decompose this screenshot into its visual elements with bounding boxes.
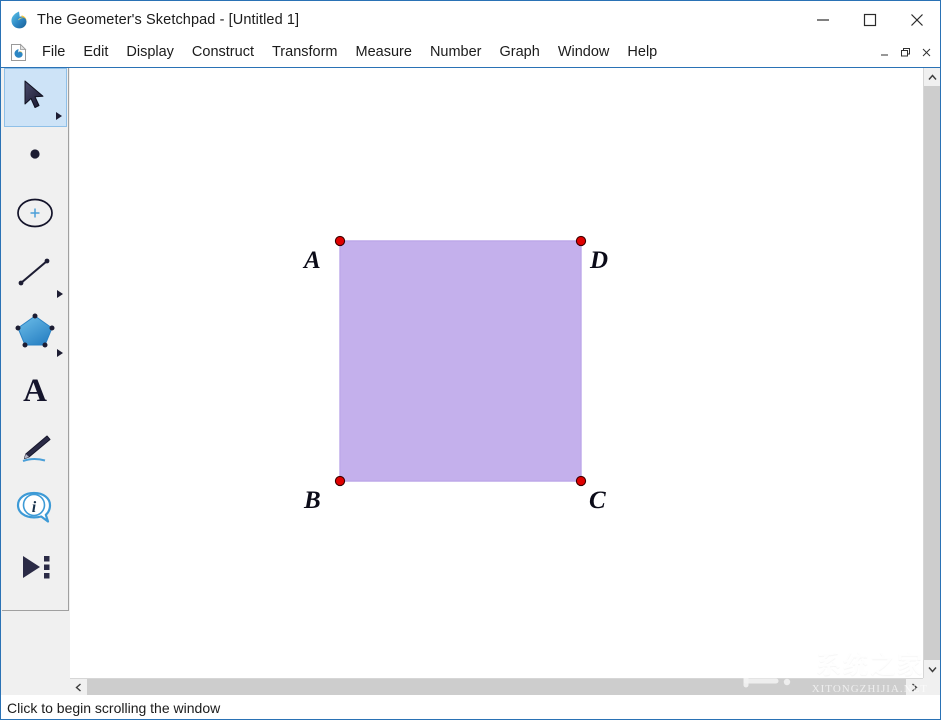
flyout-arrow-icon[interactable]	[56, 349, 63, 357]
minimize-button[interactable]	[799, 1, 846, 38]
menu-item-file[interactable]: File	[33, 40, 74, 64]
scroll-down-button[interactable]	[924, 660, 940, 678]
toolbox-item-marker-tool[interactable]	[4, 422, 67, 481]
status-message: Click to begin scrolling the window	[7, 699, 221, 716]
toolbox-item-point-tool[interactable]	[4, 127, 67, 186]
menu-item-display[interactable]: Display	[117, 40, 183, 64]
menu-item-graph[interactable]: Graph	[491, 40, 549, 64]
menu-item-window[interactable]: Window	[549, 40, 619, 64]
info-balloon-icon: i	[15, 490, 55, 531]
sketchpad-swirl-icon	[9, 10, 29, 30]
mdi-child-controls	[874, 42, 936, 62]
toolbox-item-polygon-tool[interactable]	[4, 304, 67, 363]
sketch-canvas[interactable]: A D C B	[70, 68, 923, 678]
pentagon-icon	[14, 312, 56, 355]
menu-item-edit[interactable]: Edit	[74, 40, 117, 64]
toolbox: A i	[2, 68, 69, 678]
toolbox-item-text-tool[interactable]: A	[4, 363, 67, 422]
flyout-arrow-icon[interactable]	[56, 290, 63, 298]
vertex-point-b[interactable]	[334, 475, 346, 487]
application-window: The Geometer's Sketchpad - [Untitled 1]	[0, 0, 941, 720]
vertex-label-a[interactable]: A	[304, 248, 321, 273]
scroll-right-button[interactable]	[906, 679, 923, 696]
toolbox-item-compass-tool[interactable]	[4, 186, 67, 245]
document-icon	[10, 43, 27, 62]
scrollbar-corner	[923, 678, 940, 695]
menu-items: File Edit Display Construct Transform Me…	[33, 40, 666, 64]
arrow-cursor-icon	[20, 79, 50, 116]
mdi-minimize-button[interactable]	[874, 42, 894, 62]
horizontal-scroll-thumb[interactable]	[87, 679, 906, 696]
mdi-close-button[interactable]	[916, 42, 936, 62]
segment-icon	[15, 255, 55, 294]
toolbox-item-straightedge-tool[interactable]	[4, 245, 67, 304]
menu-item-measure[interactable]: Measure	[347, 40, 421, 64]
pencil-icon	[16, 432, 54, 471]
vertex-label-c[interactable]: C	[589, 488, 606, 513]
vertex-label-d[interactable]: D	[590, 248, 608, 273]
vertex-label-b[interactable]: B	[304, 488, 321, 513]
flyout-arrow-icon[interactable]	[55, 112, 62, 120]
menu-item-help[interactable]: Help	[618, 40, 666, 64]
toolbox-item-arrow-select-tool[interactable]	[3, 68, 67, 127]
circle-icon	[15, 196, 55, 235]
quadrilateral-abcd[interactable]	[339, 240, 582, 482]
vertex-point-c[interactable]	[575, 475, 587, 487]
horizontal-scrollbar[interactable]	[70, 678, 923, 696]
vertical-scrollbar[interactable]	[923, 68, 940, 678]
scroll-left-button[interactable]	[70, 679, 87, 696]
svg-text:A: A	[23, 373, 47, 407]
play-dots-icon	[15, 551, 55, 588]
letter-a-icon: A	[18, 373, 52, 412]
menu-bar: File Edit Display Construct Transform Me…	[1, 38, 940, 67]
maximize-button[interactable]	[846, 1, 893, 38]
toolbox-custom-area[interactable]	[2, 611, 69, 678]
mdi-restore-button[interactable]	[895, 42, 915, 62]
scroll-up-button[interactable]	[924, 68, 940, 86]
sketch-drawing[interactable]	[70, 68, 923, 678]
vertical-scroll-thumb[interactable]	[924, 86, 940, 660]
point-icon	[27, 146, 43, 167]
window-title: The Geometer's Sketchpad - [Untitled 1]	[37, 11, 300, 28]
vertex-point-d[interactable]	[575, 235, 587, 247]
toolbox-item-custom-tool[interactable]	[4, 540, 67, 599]
toolbox-item-information-tool[interactable]: i	[4, 481, 67, 540]
vertex-point-a[interactable]	[334, 235, 346, 247]
window-controls	[799, 1, 940, 38]
close-button[interactable]	[893, 1, 940, 38]
status-bar: Click to begin scrolling the window	[1, 695, 940, 719]
menu-item-transform[interactable]: Transform	[263, 40, 347, 64]
svg-text:i: i	[32, 499, 37, 516]
menu-item-number[interactable]: Number	[421, 40, 491, 64]
menu-item-construct[interactable]: Construct	[183, 40, 263, 64]
main-area: A i A D C B	[1, 68, 940, 696]
title-bar: The Geometer's Sketchpad - [Untitled 1]	[1, 1, 940, 38]
